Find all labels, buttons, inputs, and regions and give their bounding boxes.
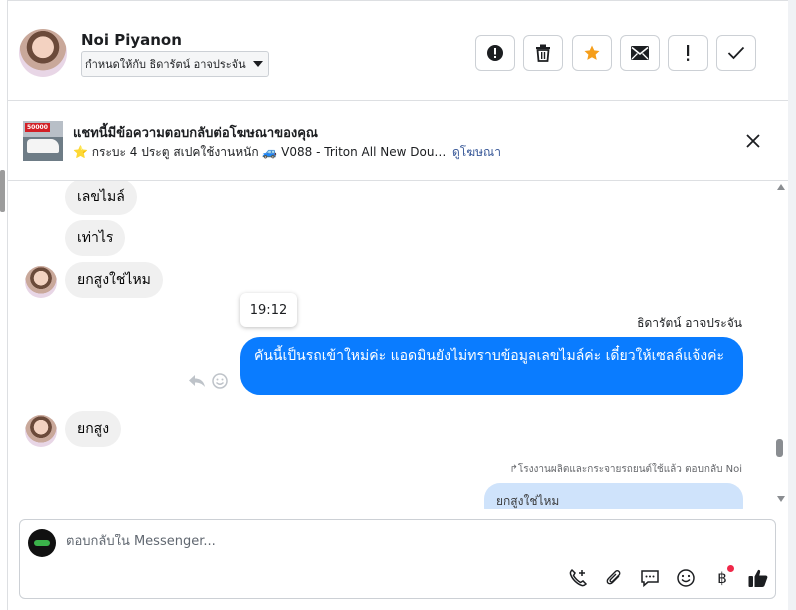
mark-unread-button[interactable] — [620, 35, 660, 71]
contact-name[interactable]: Noi Piyanon — [81, 31, 182, 49]
caret-down-icon — [253, 61, 263, 67]
check-icon — [727, 46, 745, 60]
trash-icon — [536, 44, 550, 62]
view-ad-link[interactable]: ดูโฆษณา — [452, 143, 501, 162]
mark-spam-button[interactable] — [475, 35, 515, 71]
incoming-message[interactable]: ยกสูงใช่ไหม — [65, 262, 163, 298]
chat-scrollbar[interactable] — [774, 181, 788, 509]
car-image — [27, 139, 59, 153]
conversation-panel: Noi Piyanon กำหนดให้กับ ธิดารัตน์ อาจประ… — [8, 0, 788, 610]
left-scroll-thumb[interactable] — [0, 170, 5, 212]
conversation-header: Noi Piyanon กำหนดให้กับ ธิดารัตน์ อาจประ… — [8, 1, 788, 101]
baht-payment-icon: ฿ — [717, 569, 727, 587]
ad-banner-title: แชทนี้มีข้อความตอบกลับต่อโฆษณาของคุณ — [73, 126, 318, 141]
incoming-message[interactable]: ยกสูง — [65, 411, 122, 447]
contact-avatar[interactable] — [19, 29, 67, 77]
star-icon — [584, 45, 600, 60]
exclamation-circle-icon — [487, 45, 503, 61]
phone-plus-icon — [569, 568, 588, 587]
notification-dot — [727, 565, 734, 572]
right-edge — [788, 0, 796, 610]
saved-replies-button[interactable] — [632, 566, 668, 590]
page-avatar — [28, 529, 56, 557]
close-icon — [746, 134, 760, 148]
thumbs-up-icon — [748, 569, 768, 587]
ad-reply-banner: 50000 แชทนี้มีข้อความตอบกลับต่อโฆษณาของค… — [8, 101, 788, 181]
payment-button[interactable]: ฿ — [704, 565, 740, 590]
scroll-down-arrow-icon[interactable] — [777, 496, 785, 502]
reply-input[interactable] — [66, 534, 746, 549]
exclamation-icon — [687, 45, 690, 61]
like-button[interactable] — [740, 566, 776, 590]
left-edge-scrollbar[interactable] — [0, 0, 8, 610]
assign-dropdown-value: กำหนดให้กับ ธิดารัตน์ อาจประจัน — [85, 58, 246, 71]
mark-done-button[interactable] — [716, 35, 756, 71]
scroll-up-arrow-icon[interactable] — [777, 184, 785, 190]
delete-button[interactable] — [523, 35, 563, 71]
page-logo-icon — [34, 540, 50, 546]
composer-toolbar: ฿ — [560, 565, 776, 590]
follow-up-button[interactable] — [668, 35, 708, 71]
emoji-button[interactable] — [668, 566, 704, 590]
reply-context-label: ↱โรงงานผลิตและกระจายรถยนต์ใช้แล้ว ตอบกลั… — [509, 464, 742, 475]
contact-avatar-small[interactable] — [25, 266, 57, 298]
ad-thumbnail-badge: 50000 — [25, 123, 50, 132]
message-actions — [188, 373, 228, 389]
incoming-message[interactable]: เลขไมล์ — [65, 181, 137, 215]
outgoing-sender-name: ธิดารัตน์ อาจประจัน — [637, 316, 742, 330]
outgoing-message[interactable]: คันนี้เป็นรถเข้าใหม่ค่ะ แอดมินยังไม่ทราบ… — [240, 337, 743, 395]
scroll-thumb[interactable] — [776, 439, 783, 457]
ad-banner-subtitle: ⭐ กระบะ 4 ประตู สเปคใช้งานหนัก 🚙 V088 - … — [73, 145, 451, 159]
envelope-icon — [631, 46, 649, 60]
quoted-message[interactable]: ยกสูงใช่ไหม — [484, 483, 743, 509]
reply-icon[interactable] — [188, 373, 206, 389]
ad-thumbnail[interactable]: 50000 — [23, 121, 63, 161]
call-button[interactable] — [560, 566, 596, 590]
contact-avatar-small[interactable] — [25, 415, 57, 447]
star-button[interactable] — [572, 35, 612, 71]
emoji-icon — [677, 569, 695, 587]
paperclip-icon — [606, 570, 621, 585]
incoming-message[interactable]: เท่าไร — [65, 220, 126, 256]
attach-button[interactable] — [596, 566, 632, 590]
react-emoji-icon[interactable] — [212, 373, 228, 389]
timestamp-tooltip: 19:12 — [240, 293, 297, 327]
message-thread[interactable]: เลขไมล์ เท่าไร ยกสูงใช่ไหม 19:12 ธิดารัต… — [8, 181, 788, 509]
assign-dropdown[interactable]: กำหนดให้กับ ธิดารัตน์ อาจประจัน — [81, 51, 269, 77]
close-banner-button[interactable] — [741, 129, 765, 153]
reply-composer: ฿ — [19, 519, 776, 599]
saved-reply-icon — [641, 570, 659, 588]
